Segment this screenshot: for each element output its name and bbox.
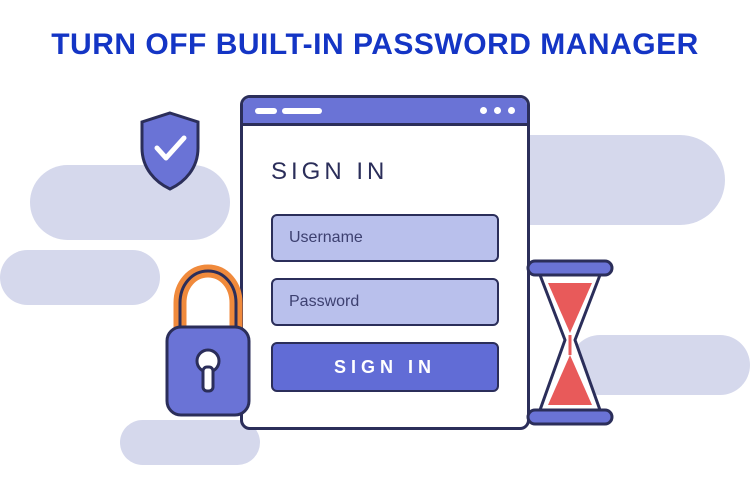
titlebar-dots (480, 107, 515, 114)
hourglass-icon (520, 255, 620, 430)
shield-icon (135, 110, 205, 192)
password-field[interactable]: Password (271, 278, 499, 326)
background-blob (0, 250, 160, 305)
signin-window: SIGN IN Username Password SIGN IN (240, 95, 530, 430)
window-titlebar (243, 98, 527, 126)
padlock-icon (155, 255, 260, 425)
signin-heading: SIGN IN (271, 158, 499, 186)
background-blob (120, 420, 260, 465)
signin-button[interactable]: SIGN IN (271, 342, 499, 392)
titlebar-left-decor (255, 108, 322, 114)
page-title: TURN OFF BUILT-IN PASSWORD MANAGER (0, 28, 750, 62)
username-field[interactable]: Username (271, 214, 499, 262)
